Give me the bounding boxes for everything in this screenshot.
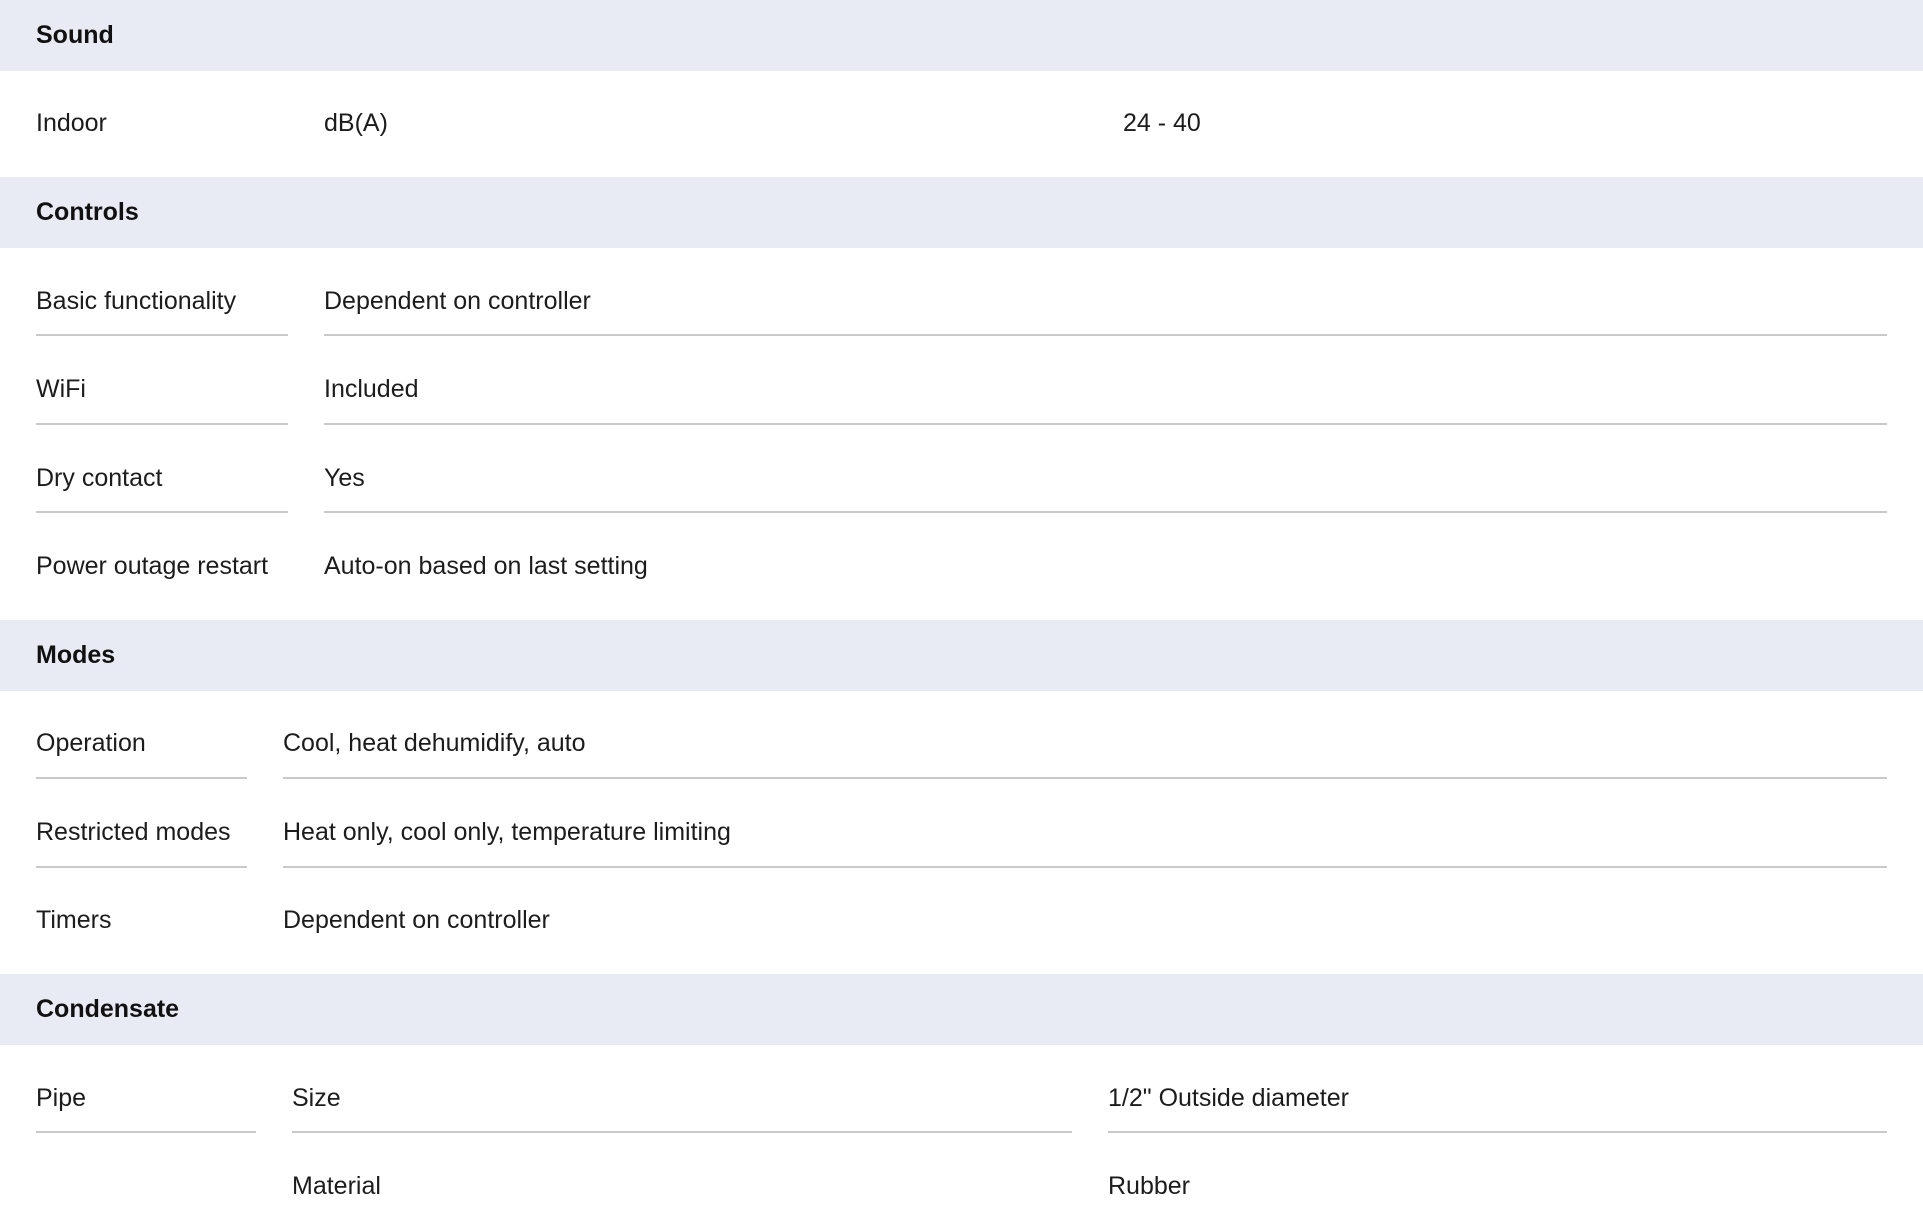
section-header-controls: Controls: [0, 177, 1923, 248]
spec-label-restricted-modes: Restricted modes: [36, 818, 231, 846]
row-divider: [283, 777, 1887, 779]
spec-sublabel-size: Size: [292, 1084, 341, 1112]
section-header-sound: Sound: [0, 0, 1923, 71]
spec-label-indoor: Indoor: [36, 109, 107, 137]
section-title-controls: Controls: [36, 198, 139, 226]
section-title-modes: Modes: [36, 641, 116, 669]
row-divider: [1108, 1131, 1887, 1133]
spec-label-dry-contact: Dry contact: [36, 464, 163, 492]
spec-label-timers: Timers: [36, 906, 112, 934]
spec-unit-indoor: dB(A): [324, 109, 388, 137]
spec-label-pipe: Pipe: [36, 1084, 87, 1112]
spec-value-operation: Cool, heat dehumidify, auto: [283, 729, 586, 757]
spec-value-dry-contact: Yes: [324, 464, 365, 492]
spec-value-power-outage-restart: Auto-on based on last setting: [324, 552, 648, 580]
spec-value-restricted-modes: Heat only, cool only, temperature limiti…: [283, 818, 731, 846]
row-divider: [36, 511, 288, 513]
row-divider: [283, 866, 1887, 868]
spec-value-basic-functionality: Dependent on controller: [324, 287, 591, 315]
spec-value-size: 1/2" Outside diameter: [1108, 1084, 1349, 1112]
spec-value-material: Rubber: [1108, 1172, 1190, 1200]
row-divider: [36, 423, 288, 425]
spec-value-indoor: 24 - 40: [1123, 109, 1201, 137]
row-divider: [324, 334, 1887, 336]
row-divider: [324, 423, 1887, 425]
row-divider: [324, 511, 1887, 513]
row-divider: [36, 334, 288, 336]
row-divider: [36, 777, 247, 779]
section-title-condensate: Condensate: [36, 995, 180, 1023]
spec-value-wifi: Included: [324, 375, 419, 403]
spec-label-operation: Operation: [36, 729, 146, 757]
spec-label-power-outage-restart: Power outage restart: [36, 552, 269, 580]
spec-sublabel-material: Material: [292, 1172, 381, 1200]
row-divider: [292, 1131, 1072, 1133]
spec-label-wifi: WiFi: [36, 375, 86, 403]
spec-label-basic-functionality: Basic functionality: [36, 287, 237, 315]
section-header-modes: Modes: [0, 620, 1923, 691]
section-header-condensate: Condensate: [0, 974, 1923, 1045]
row-divider: [36, 1131, 256, 1133]
section-title-sound: Sound: [36, 21, 114, 49]
spec-value-timers: Dependent on controller: [283, 906, 550, 934]
row-divider: [36, 866, 247, 868]
